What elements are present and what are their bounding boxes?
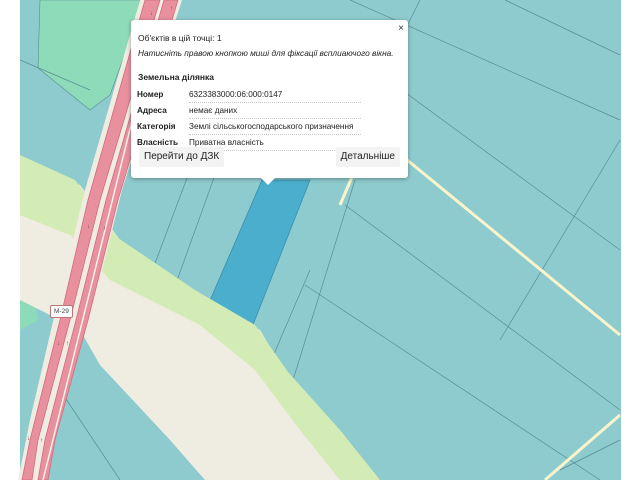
svg-text:↑: ↑ xyxy=(170,6,173,12)
svg-text:↓: ↓ xyxy=(87,224,90,230)
svg-text:↓: ↓ xyxy=(150,11,153,17)
popup-pointer xyxy=(261,178,275,185)
attr-row-number: Номер 6323383000:06:000:0147 xyxy=(137,87,361,103)
section-title: Земельна ділянка xyxy=(138,72,215,82)
svg-text:↑: ↑ xyxy=(103,226,106,232)
attribute-table: Номер 6323383000:06:000:0147 Адреса нема… xyxy=(137,87,361,151)
map-margin-left xyxy=(0,0,20,480)
attr-value: 6323383000:06:000:0147 xyxy=(189,87,361,103)
attr-key: Номер xyxy=(137,90,164,100)
attr-value: немає даних xyxy=(189,102,361,119)
attr-row-category: Категорія Землі сільськогосподарського п… xyxy=(137,118,361,135)
attr-key: Категорія xyxy=(137,122,176,131)
svg-text:↓: ↓ xyxy=(57,341,60,347)
svg-text:↑: ↑ xyxy=(40,438,43,444)
close-icon[interactable]: × xyxy=(398,23,404,34)
svg-text:↓: ↓ xyxy=(27,436,30,442)
attr-value: Землі сільськогосподарського призначення xyxy=(189,118,361,135)
road-label-m29: М-29 xyxy=(50,305,73,318)
details-button[interactable]: Детальніше xyxy=(335,147,400,167)
objects-count: Об'єктів в цій точці: 1 xyxy=(138,33,222,43)
go-to-dzk-button[interactable]: Перейти до ДЗК xyxy=(139,147,225,167)
map-margin-right xyxy=(621,0,640,480)
attr-key: Адреса xyxy=(137,106,167,115)
svg-text:↑: ↑ xyxy=(66,341,69,347)
attr-row-address: Адреса немає даних xyxy=(137,102,361,119)
info-popup: × Об'єктів в цій точці: 1 Натисніть прав… xyxy=(131,20,408,185)
popup-hint: Натисніть правою кнопкою миші для фіксац… xyxy=(138,48,394,58)
